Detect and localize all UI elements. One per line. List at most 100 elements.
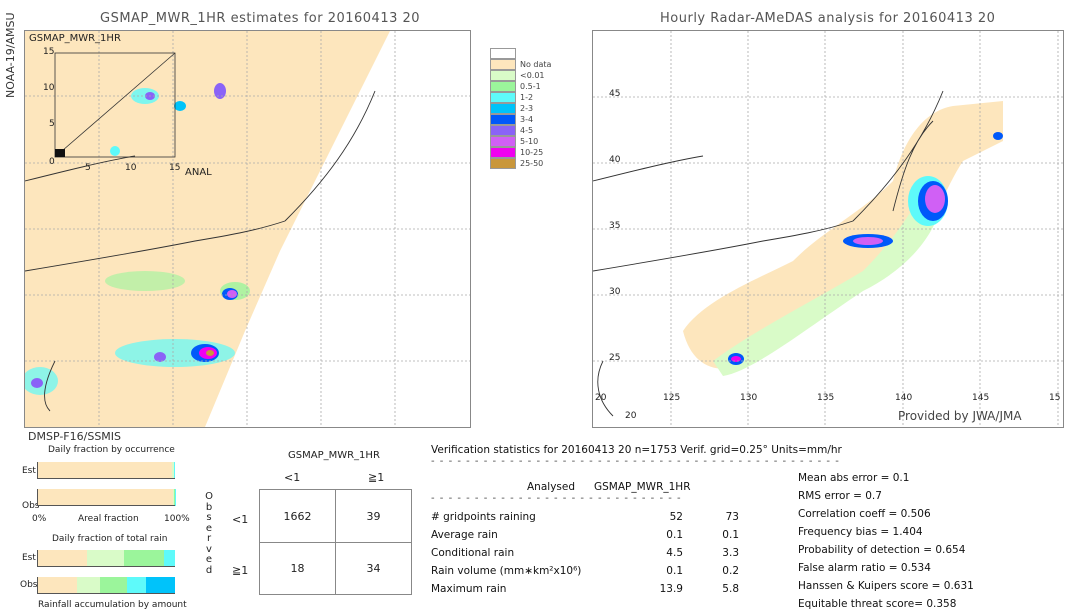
rain-patch [110,146,120,156]
verification-header: Verification statistics for 20160413 20 … [431,444,842,456]
rain-patch [154,352,166,362]
col-analysed: Analysed [527,481,575,493]
contingency-table: 1662 39 18 34 [259,489,412,595]
inset-y-tick: 15 [43,47,55,57]
inset-point-cluster [55,149,65,157]
total-rain-row-obs: Obs [20,580,38,590]
contingency-cell: 1662 [283,510,312,523]
lon-tick: 140 [895,393,913,403]
right-map-canvas [593,31,1063,427]
observed-letter: r [206,533,212,544]
rain-patch [925,185,945,213]
stat-estimate: 0.1 [722,529,739,541]
contingency-col-header: ≧1 [368,471,385,484]
rain-patch [993,132,1003,140]
legend-swatch [490,59,516,70]
observed-letter: e [205,554,213,565]
stat-estimate: 0.2 [722,565,739,577]
right-map-title: Hourly Radar-AMeDAS analysis for 2016041… [660,11,996,26]
legend-swatch [490,147,516,158]
total-rain-row-est: Est [22,553,36,563]
color-legend: No data <0.01 0.5-1 1-2 2-3 3-4 4-5 5-10 10-25 25… [490,48,560,188]
occurrence-title: Daily fraction by occurrence [48,445,175,455]
legend-swatch [490,81,516,92]
lat-tick: 45 [609,89,621,99]
occurrence-x-left: 0% [32,514,47,524]
divider: - - - - - - - - - - - - - - - - - - - - … [431,456,843,467]
legend-swatch [490,136,516,147]
right-map: 45 40 35 30 25 20 125 130 135 140 145 15… [592,30,1064,428]
left-map-canvas [25,31,470,427]
score-line: Mean abs error = 0.1 [798,472,910,484]
stat-label: Average rain [431,529,498,541]
score-line: Correlation coeff = 0.506 [798,508,931,520]
corner-lat-label: 20 [625,411,637,421]
inset-x-label: ANAL [185,167,212,178]
rain-patch [31,378,43,388]
stat-estimate: 5.8 [722,583,739,595]
lon-tick: 135 [817,393,835,403]
col-estimate: GSMAP_MWR_1HR [594,481,691,493]
legend-swatch [490,92,516,103]
occurrence-x-right: 100% [164,514,190,524]
contingency-col-header: <1 [284,471,301,484]
analysis-area [683,101,1003,369]
rain-patch [206,350,214,356]
swath-area [25,31,390,427]
lat-tick: 40 [609,155,621,165]
occurrence-row-est: Est [22,466,36,476]
stat-analysed: 13.9 [659,583,683,595]
lon-tick: 130 [740,393,758,403]
total-rain-footer: Rainfall accumulation by amount [38,600,187,610]
lat-tick: 20 [595,393,607,403]
stat-analysed: 52 [669,511,683,523]
contingency-row-header: ≧1 [232,564,249,577]
legend-label: 4-5 [520,126,534,135]
legend-label: 25-50 [520,159,544,168]
sensor-label: DMSP-F16/SSMIS [28,430,122,443]
credit-label: Provided by JWA/JMA [898,409,1022,423]
stat-analysed: 4.5 [666,547,683,559]
contingency-cell: 39 [366,510,381,523]
legend-swatch [490,125,516,136]
observed-letter: d [205,564,213,576]
legend-label: 1-2 [520,93,534,102]
divider: - - - - - - - - - - - - - - - - - - - - … [431,493,681,504]
satellite-label: NOAA-19/AMSU [4,12,17,98]
left-map: GSMAP_MWR_1HR ANAL 0 5 10 15 5 10 15 [24,30,471,428]
bar-axis [37,462,175,479]
rain-patch [731,356,741,362]
lat-tick: 35 [609,221,621,231]
stat-estimate: 3.3 [722,547,739,559]
contingency-cell: 18 [290,562,305,575]
inset-y-tick: 10 [43,83,55,93]
stat-label: Maximum rain [431,583,507,595]
legend-label: 3-4 [520,115,534,124]
grid-lines [593,31,1063,427]
legend-swatch [490,48,516,59]
occurrence-bars [37,462,175,512]
stat-analysed: 0.1 [666,565,683,577]
rain-patch [174,101,186,111]
observed-axis-label: Observed [204,491,214,576]
lon-tick: 125 [663,393,681,403]
occurrence-x-label: Areal fraction [78,514,139,524]
stat-estimate: 73 [725,511,739,523]
lat-tick: 25 [609,353,621,363]
lat-tick: 30 [609,287,621,297]
score-line: RMS error = 0.7 [798,490,882,502]
rain-patch [227,290,237,298]
score-line: Frequency bias = 1.404 [798,526,923,538]
rain-patch [214,83,226,99]
inset-title: GSMAP_MWR_1HR [29,33,121,44]
lon-tick: 145 [972,393,990,403]
score-line: Hanssen & Kuipers score = 0.631 [798,580,974,592]
inset-y-tick: 5 [49,119,55,129]
stat-label: Conditional rain [431,547,515,559]
legend-label: 0.5-1 [520,82,541,91]
legend-swatch [490,114,516,125]
legend-label: 2-3 [520,104,534,113]
score-line: Equitable threat score= 0.358 [798,598,957,610]
lon-tick: 15 [1049,393,1061,403]
inset-x-tick: 15 [169,163,181,173]
